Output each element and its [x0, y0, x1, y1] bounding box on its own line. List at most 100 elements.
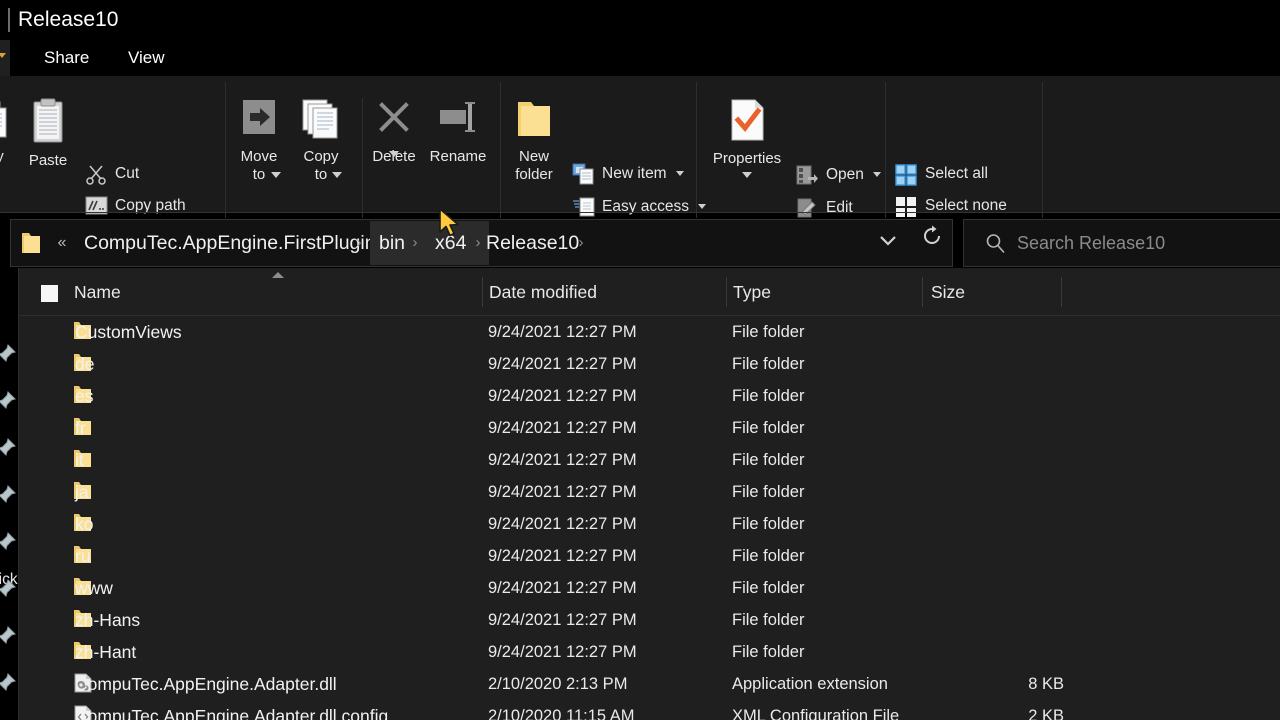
new-folder-icon: [511, 96, 557, 144]
open-button[interactable]: Open: [796, 162, 881, 188]
delete-x-icon: [372, 96, 416, 144]
select-none-button[interactable]: Select none: [895, 193, 1007, 219]
file-type: File folder: [732, 476, 804, 508]
cut-button-label: Cut: [115, 165, 139, 182]
search-input[interactable]: Search Release10: [1017, 220, 1165, 266]
file-row[interactable]: ru9/24/2021 12:27 PMFile folder: [19, 540, 1280, 572]
paste-button[interactable]: Paste: [18, 96, 78, 169]
new-folder-button[interactable]: New folder: [505, 96, 563, 183]
move-to-button[interactable]: Move to: [230, 96, 288, 183]
file-row[interactable]: CustomViews9/24/2021 12:27 PMFile folder: [19, 316, 1280, 348]
file-date-modified: 9/24/2021 12:27 PM: [488, 540, 637, 572]
file-size: [879, 316, 1064, 348]
search-box[interactable]: Search Release10: [963, 219, 1280, 267]
file-name: it: [75, 444, 84, 476]
new-item-button[interactable]: New item: [572, 161, 684, 187]
column-header-date-modified[interactable]: Date modified: [489, 268, 597, 316]
select-all-icon: [895, 164, 917, 186]
select-all-button[interactable]: Select all: [895, 161, 988, 187]
easy-access-dropdown-caret-icon[interactable]: [698, 204, 706, 209]
pin-icon[interactable]: [0, 485, 16, 508]
rename-button[interactable]: Rename: [424, 96, 492, 165]
column-header-name[interactable]: Name: [74, 268, 121, 316]
new-item-dropdown-caret-icon[interactable]: [676, 171, 684, 176]
address-history-dropdown-button[interactable]: [866, 219, 910, 265]
file-row[interactable]: www9/24/2021 12:27 PMFile folder: [19, 572, 1280, 604]
navigation-pane: Quick access: [0, 268, 18, 720]
select-all-label: Select all: [925, 165, 988, 182]
file-date-modified: 9/24/2021 12:27 PM: [488, 508, 637, 540]
file-name: zh-Hant: [75, 636, 136, 668]
file-row[interactable]: zh-Hans9/24/2021 12:27 PMFile folder: [19, 604, 1280, 636]
breadcrumb-arrow-0[interactable]: ›: [348, 221, 370, 265]
open-dropdown-caret-icon[interactable]: [873, 172, 881, 177]
file-name: CustomViews: [75, 316, 182, 348]
address-bar[interactable]: « CompuTec.AppEngine.FirstPlugin › bin ›…: [10, 219, 953, 267]
file-row[interactable]: zh-Hant9/24/2021 12:27 PMFile folder: [19, 636, 1280, 668]
file-type: File folder: [732, 380, 804, 412]
easy-access-button[interactable]: Easy access: [572, 194, 706, 220]
column-divider-2[interactable]: [726, 277, 727, 307]
file-size: [879, 508, 1064, 540]
file-row[interactable]: de9/24/2021 12:27 PMFile folder: [19, 348, 1280, 380]
copy-to-button[interactable]: Copy to: [293, 96, 349, 183]
file-row[interactable]: it9/24/2021 12:27 PMFile folder: [19, 444, 1280, 476]
file-name: www: [75, 572, 113, 604]
properties-dropdown-caret-icon[interactable]: [742, 172, 752, 178]
pin-icon[interactable]: [0, 391, 16, 414]
delete-dropdown-caret-icon[interactable]: [389, 151, 399, 157]
copy-to-dropdown-caret-icon[interactable]: [332, 172, 342, 178]
window-grip: [8, 8, 10, 32]
chevron-down-icon: [0, 53, 6, 58]
move-to-dropdown-caret-icon[interactable]: [271, 172, 281, 178]
breadcrumb-arrow-1[interactable]: ›: [404, 221, 426, 265]
breadcrumb-item-0[interactable]: CompuTec.AppEngine.FirstPlugin: [75, 221, 385, 265]
properties-button[interactable]: Properties: [707, 96, 787, 167]
file-row[interactable]: CompuTec.AppEngine.Adapter.dll.config 2/1…: [19, 700, 1280, 720]
open-label: Open: [826, 166, 864, 183]
tab-view[interactable]: View: [118, 40, 175, 76]
file-name: CompuTec.AppEngine.Adapter.dll: [75, 668, 337, 700]
cut-button[interactable]: Cut: [85, 161, 139, 187]
file-name: zh-Hans: [75, 604, 140, 636]
breadcrumb-arrow-3[interactable]: ›: [570, 221, 592, 265]
file-date-modified: 2/10/2020 11:15 AM: [488, 700, 634, 720]
file-row[interactable]: CompuTec.AppEngine.Adapter.dll2/10/2020 …: [19, 668, 1280, 700]
file-type: File folder: [732, 508, 804, 540]
file-date-modified: 9/24/2021 12:27 PM: [488, 636, 637, 668]
window-title: Release10: [18, 7, 118, 33]
file-row[interactable]: ko9/24/2021 12:27 PMFile folder: [19, 508, 1280, 540]
column-divider-3[interactable]: [922, 277, 923, 307]
rename-icon: [432, 96, 484, 144]
copy-path-button[interactable]: Copy path: [85, 193, 186, 219]
column-header-type[interactable]: Type: [733, 268, 771, 316]
file-date-modified: 9/24/2021 12:27 PM: [488, 444, 637, 476]
column-divider-1[interactable]: [482, 277, 483, 307]
file-row[interactable]: es9/24/2021 12:27 PMFile folder: [19, 380, 1280, 412]
file-date-modified: 9/24/2021 12:27 PM: [488, 348, 637, 380]
refresh-button[interactable]: [910, 219, 953, 265]
tab-home-partial[interactable]: [0, 40, 10, 76]
delete-button[interactable]: Delete: [366, 96, 422, 165]
pin-icon[interactable]: [0, 532, 16, 555]
pin-icon[interactable]: [0, 344, 16, 367]
pin-icon[interactable]: [0, 626, 16, 649]
file-row[interactable]: fr9/24/2021 12:27 PMFile folder: [19, 412, 1280, 444]
file-name: CompuTec.AppEngine.Adapter.dll.config: [75, 700, 388, 720]
file-row[interactable]: ja9/24/2021 12:27 PMFile folder: [19, 476, 1280, 508]
title-bar: Release10: [0, 0, 1280, 40]
column-divider-4[interactable]: [1061, 277, 1062, 307]
paste-button-label: Paste: [18, 152, 78, 169]
properties-label: Properties: [707, 150, 787, 167]
column-header-row: Name Date modified Type Size: [19, 268, 1280, 316]
rename-button-label: Rename: [424, 148, 492, 165]
address-overflow-chevron[interactable]: «: [53, 231, 71, 255]
pin-icon[interactable]: [0, 438, 16, 461]
pin-icon[interactable]: [0, 579, 16, 602]
select-all-checkbox[interactable]: [41, 285, 58, 302]
select-none-icon: [895, 196, 917, 218]
pin-icon[interactable]: [0, 673, 16, 696]
tab-share[interactable]: Share: [34, 40, 99, 76]
file-name: ru: [75, 540, 91, 572]
column-header-size[interactable]: Size: [931, 268, 965, 316]
